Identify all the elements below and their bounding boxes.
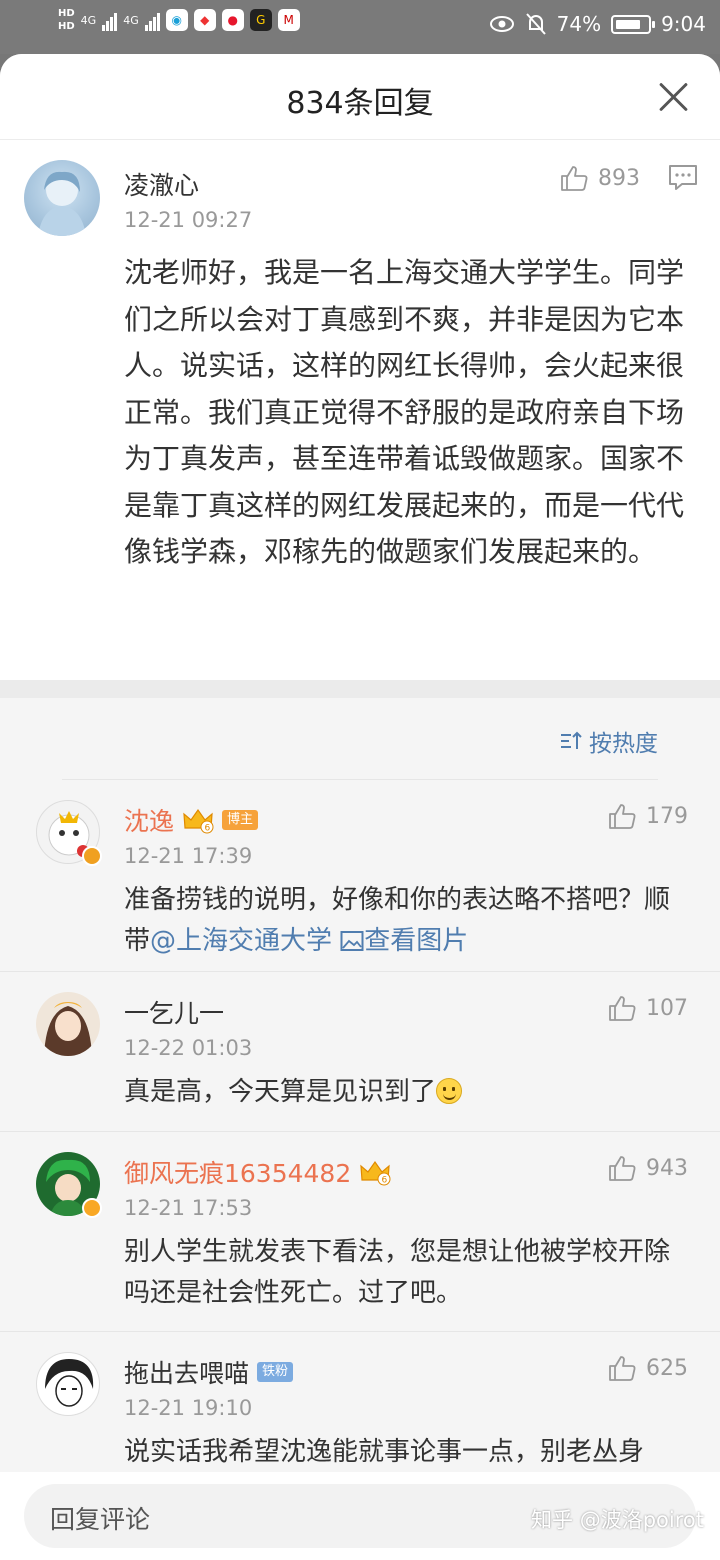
- reply-author[interactable]: 御风无痕16354482: [124, 1154, 351, 1190]
- reply-author-row: 一乞儿一: [124, 994, 224, 1030]
- fan-badge: 铁粉: [257, 1362, 294, 1382]
- cmb-bank-icon: M: [277, 9, 300, 31]
- view-image-link[interactable]: 查看图片: [340, 926, 468, 956]
- network-type-2: 4G: [123, 13, 139, 27]
- like-count: 179: [646, 803, 688, 829]
- weibo-icon: ●: [221, 9, 244, 31]
- smiley-emoji-icon: [436, 1078, 463, 1104]
- hd-label-2: HD: [58, 21, 75, 32]
- sheet-header: 834条回复: [0, 54, 720, 140]
- reply-text: 说实话我希望沈逸能就事论事一点，别老丛身: [124, 1437, 645, 1467]
- battery-icon: [611, 14, 656, 34]
- mention-link[interactable]: @上海交通大学: [150, 926, 332, 956]
- like-button[interactable]: 893: [558, 162, 640, 194]
- reply-item: 沈逸 6 博主 12-21 17:39 179 准备捞钱的说明，好像和你的表达略…: [0, 780, 720, 972]
- like-button[interactable]: 107: [606, 992, 688, 1024]
- reply-author-row: 拖出去喂喵 铁粉: [124, 1354, 294, 1390]
- reply-author-row: 沈逸 6 博主: [124, 802, 259, 838]
- status-right: 74% 9:04: [489, 12, 706, 36]
- like-count: 943: [646, 1155, 688, 1181]
- comment-icon[interactable]: [668, 164, 698, 192]
- like-button[interactable]: 625: [606, 1352, 688, 1384]
- reply-time: 12-21 17:39: [124, 844, 253, 868]
- sort-button[interactable]: 按热度: [559, 724, 658, 758]
- like-button[interactable]: 179: [606, 800, 688, 832]
- hd-indicator: HD HD: [58, 8, 75, 32]
- avatar[interactable]: [36, 1352, 100, 1416]
- avatar-illustration: [44, 1002, 92, 1056]
- reply-item: 一乞儿一 12-22 01:03 107 真是高，今天算是见识到了: [0, 972, 720, 1132]
- reply-author[interactable]: 拖出去喂喵: [124, 1354, 249, 1390]
- page-title: 834条回复: [286, 86, 434, 121]
- thumbs-up-icon: [561, 166, 588, 191]
- like-count: 107: [646, 995, 688, 1021]
- reply-text: 真是高，今天算是见识到了: [124, 1072, 694, 1113]
- status-left: HD HD 4G 4G ◉ ◆ ● G M: [58, 8, 300, 32]
- comment-time: 12-21 09:27: [124, 208, 253, 232]
- status-bar: HD HD 4G 4G ◉ ◆ ● G M 74% 9:04: [0, 0, 720, 54]
- reply-text: 别人学生就发表下看法，您是想让他被学校开除吗还是社会性死亡。过了吧。: [124, 1237, 671, 1308]
- reply-item: 御风无痕16354482 6 12-21 17:53 943 别人学生就发表下看…: [0, 1132, 720, 1332]
- host-badge: 博主: [222, 810, 259, 830]
- weibo-red-icon: ◆: [193, 9, 216, 31]
- close-icon[interactable]: [658, 82, 688, 112]
- svg-text:6: 6: [205, 824, 211, 834]
- sort-icon: [561, 731, 582, 749]
- china-mobile-icon: ◉: [165, 9, 188, 31]
- game-icon: G: [249, 9, 272, 31]
- avatar-illustration: [38, 171, 86, 236]
- avatar[interactable]: [36, 992, 100, 1056]
- verified-icon: [82, 846, 102, 866]
- reply-author[interactable]: 沈逸: [124, 802, 174, 838]
- view-image-label: 查看图片: [364, 926, 469, 956]
- watermark: 知乎 @波洛poirot: [531, 1508, 704, 1532]
- reply-text-body: 真是高，今天算是见识到了: [124, 1077, 437, 1107]
- thumbs-up-icon: [609, 1156, 636, 1181]
- sort-row: 按热度: [0, 698, 720, 780]
- thumbs-up-icon: [609, 804, 636, 829]
- reply-time: 12-21 19:10: [124, 1396, 253, 1420]
- vip-crown-icon: 6: [360, 1160, 391, 1186]
- like-count: 625: [646, 1355, 688, 1381]
- like-count: 893: [598, 165, 640, 191]
- avatar-illustration: [45, 1359, 94, 1407]
- like-button[interactable]: 943: [606, 1152, 688, 1184]
- reply-author-row: 御风无痕16354482 6: [124, 1154, 391, 1190]
- image-icon: [340, 931, 364, 951]
- signal-icon-2: [144, 9, 160, 31]
- reply-author[interactable]: 一乞儿一: [124, 994, 224, 1030]
- reply-text: 准备捞钱的说明，好像和你的表达略不搭吧？顺带@上海交通大学 查看图片: [124, 880, 694, 962]
- hd-label-1: HD: [58, 8, 75, 19]
- network-type-1: 4G: [80, 13, 97, 27]
- svg-text:6: 6: [382, 1176, 388, 1186]
- comment-author[interactable]: 凌澈心: [124, 166, 199, 202]
- main-comment: 凌澈心 12-21 09:27 893 沈老师好，我是一名上海交通大学学生。同学…: [0, 140, 720, 680]
- vip-crown-icon: 6: [183, 808, 214, 834]
- divider: [0, 680, 720, 698]
- battery-percent: 74%: [556, 12, 602, 36]
- reply-time: 12-21 17:53: [124, 1196, 253, 1220]
- comment-text: 沈老师好，我是一名上海交通大学学生。同学们之所以会对丁真感到不爽，并非是因为它本…: [124, 256, 685, 568]
- verified-icon: [82, 1198, 102, 1218]
- replies-sheet: 834条回复 凌澈心 12-21 09:27 893 沈老师好，我是一名上海交通…: [0, 54, 720, 1560]
- mute-bell-icon: [525, 13, 546, 35]
- thumbs-up-icon: [609, 1356, 636, 1381]
- reply-placeholder: 回复评论: [50, 1505, 151, 1534]
- thumbs-up-icon: [609, 996, 636, 1021]
- signal-icon: [102, 9, 118, 31]
- sort-label: 按热度: [589, 731, 658, 757]
- clock: 9:04: [661, 12, 706, 36]
- bottom-bar: 回复评论 知乎 @波洛poirot: [0, 1472, 720, 1560]
- eye-icon: [489, 16, 514, 32]
- avatar[interactable]: [24, 160, 100, 236]
- reply-time: 12-22 01:03: [124, 1036, 253, 1060]
